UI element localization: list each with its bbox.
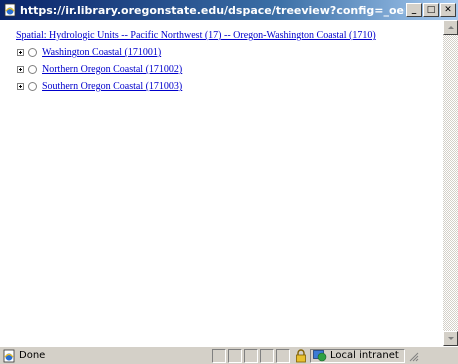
scroll-up-button[interactable] <box>443 20 458 35</box>
scroll-down-arrow-icon <box>447 337 454 340</box>
zone-label: Local intranet <box>330 350 399 361</box>
window-titlebar[interactable]: https://ir.library.oregonstate.edu/dspac… <box>0 0 458 20</box>
close-button[interactable]: ✕ <box>440 3 456 17</box>
ie-page-icon <box>3 349 15 362</box>
tree-item-link[interactable]: Southern Oregon Coastal (171003) <box>42 81 182 92</box>
scroll-up-arrow-icon <box>447 26 454 29</box>
security-zone[interactable]: Local intranet <box>310 348 405 363</box>
vertical-scrollbar[interactable] <box>443 20 458 346</box>
resize-grip-icon[interactable] <box>407 350 419 362</box>
expand-plus-icon[interactable] <box>17 49 24 56</box>
status-text: Done <box>19 350 46 361</box>
tree-item-radio[interactable] <box>28 48 37 57</box>
maximize-button[interactable]: □ <box>423 3 439 17</box>
status-panel <box>260 348 274 363</box>
expand-plus-icon[interactable] <box>17 66 24 73</box>
treeview: Washington Coastal (171001) Northern Ore… <box>17 44 182 95</box>
status-panel <box>276 348 290 363</box>
breadcrumb-link[interactable]: Spatial: Hydrologic Units -- Pacific Nor… <box>16 30 376 41</box>
intranet-globe-icon <box>313 349 327 361</box>
tree-item: Southern Oregon Coastal (171003) <box>17 78 182 95</box>
status-panel <box>244 348 258 363</box>
scroll-down-button[interactable] <box>443 331 458 346</box>
status-bar: Done Local intranet <box>0 346 458 364</box>
status-panel <box>228 348 242 363</box>
tree-item-radio[interactable] <box>28 65 37 74</box>
lock-icon[interactable] <box>294 348 308 363</box>
status-panel <box>212 348 226 363</box>
expand-plus-icon[interactable] <box>17 83 24 90</box>
tree-item: Northern Oregon Coastal (171002) <box>17 61 182 78</box>
ie-page-icon <box>4 3 16 17</box>
window-title: https://ir.library.oregonstate.edu/dspac… <box>20 3 405 17</box>
tree-item: Washington Coastal (171001) <box>17 44 182 61</box>
window-controls: _ □ ✕ <box>405 3 456 17</box>
tree-item-link[interactable]: Northern Oregon Coastal (171002) <box>42 64 182 75</box>
minimize-button[interactable]: _ <box>406 3 422 17</box>
tree-item-link[interactable]: Washington Coastal (171001) <box>42 47 161 58</box>
status-main-panel: Done <box>0 348 212 364</box>
tree-item-radio[interactable] <box>28 82 37 91</box>
